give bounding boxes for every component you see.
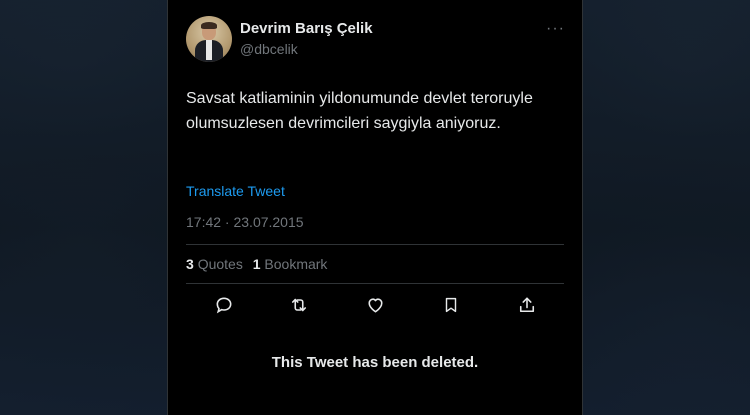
avatar-shirt [206, 40, 212, 60]
reply-icon [216, 297, 232, 314]
tweet-card [167, 0, 583, 415]
reply-button[interactable] [212, 293, 236, 317]
deleted-notice: This Tweet has been deleted. [271, 354, 479, 371]
blurred-right-panel [583, 0, 750, 415]
like-button[interactable] [363, 293, 387, 317]
retweet-icon [291, 298, 307, 312]
bookmarks-label: Bookmark [264, 256, 328, 272]
translate-tweet-link[interactable]: Translate Tweet [186, 183, 285, 199]
avatar[interactable] [186, 16, 232, 62]
bookmarks-stat[interactable]: 1 Bookmark [253, 256, 328, 272]
quotes-label: Quotes [197, 256, 243, 272]
like-icon [367, 298, 383, 313]
more-options-icon[interactable]: ··· [546, 20, 565, 38]
retweet-button[interactable] [287, 293, 311, 317]
display-name[interactable]: Devrim Barış Çelik [240, 20, 373, 37]
bookmark-icon [445, 297, 457, 313]
bookmark-button[interactable] [439, 293, 463, 317]
blurred-left-panel [0, 0, 167, 415]
divider [186, 283, 564, 284]
user-handle[interactable]: @dbcelik [240, 41, 298, 57]
tweet-text: Savsat katliaminin yildonumunde devlet t… [186, 90, 533, 132]
tweet-stats: 3 Quotes 1 Bookmark [186, 256, 327, 272]
avatar-hair [201, 22, 217, 29]
divider [186, 244, 564, 245]
quotes-stat[interactable]: 3 Quotes [186, 256, 243, 272]
share-icon [519, 297, 535, 313]
tweet-timestamp[interactable]: 17:42 · 23.07.2015 [186, 214, 304, 230]
share-button[interactable] [515, 293, 539, 317]
quotes-count: 3 [186, 256, 194, 272]
bookmarks-count: 1 [252, 256, 261, 272]
